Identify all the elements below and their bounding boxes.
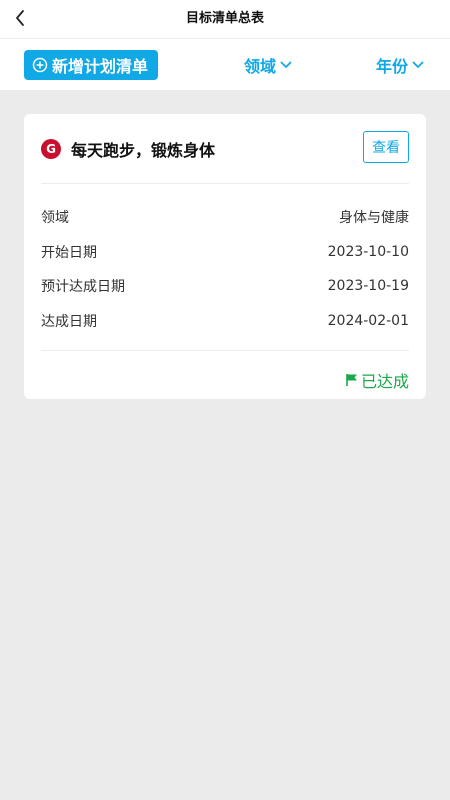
detail-value: 身体与健康 <box>339 210 409 227</box>
nav-bar: 目标清单总表 <box>0 0 450 39</box>
detail-row: 开始日期 2023-10-10 <box>41 235 409 270</box>
chevron-down-icon <box>412 61 424 69</box>
plus-circle-icon <box>32 57 48 73</box>
detail-row: 达成日期 2024-02-01 <box>41 304 409 339</box>
detail-label: 达成日期 <box>41 313 97 330</box>
detail-label: 预计达成日期 <box>41 279 125 296</box>
detail-value: 2023-10-10 <box>327 243 409 260</box>
view-button[interactable]: 查看 <box>363 131 409 163</box>
domain-filter[interactable]: 领域 <box>244 39 292 90</box>
add-plan-label: 新增计划清单 <box>52 56 149 76</box>
detail-row: 领域 身体与健康 <box>41 200 409 235</box>
detail-row: 预计达成日期 2023-10-19 <box>41 269 409 304</box>
goal-card: G 每天跑步，锻炼身体 查看 领域 身体与健康 开始日期 2023-10-10 … <box>24 114 426 399</box>
flag-icon <box>345 373 359 387</box>
goal-details: 领域 身体与健康 开始日期 2023-10-10 预计达成日期 2023-10-… <box>41 184 409 351</box>
toolbar: 新增计划清单 领域 年份 <box>0 39 450 90</box>
status-label: 已达成 <box>360 372 409 391</box>
detail-label: 领域 <box>41 210 69 227</box>
detail-value: 2024-02-01 <box>327 312 409 329</box>
goal-card-header: G 每天跑步，锻炼身体 查看 <box>41 114 409 184</box>
domain-filter-label: 领域 <box>244 56 277 76</box>
chevron-down-icon <box>280 61 292 69</box>
status-badge: 已达成 <box>41 351 409 409</box>
year-filter-label: 年份 <box>376 56 409 76</box>
goal-badge: G <box>41 138 61 159</box>
year-filter[interactable]: 年份 <box>376 39 424 90</box>
detail-value: 2023-10-19 <box>327 278 409 295</box>
add-plan-button[interactable]: 新增计划清单 <box>24 49 159 80</box>
detail-label: 开始日期 <box>41 244 97 261</box>
goal-title: 每天跑步，锻炼身体 <box>71 140 216 160</box>
page-title: 目标清单总表 <box>185 11 264 26</box>
